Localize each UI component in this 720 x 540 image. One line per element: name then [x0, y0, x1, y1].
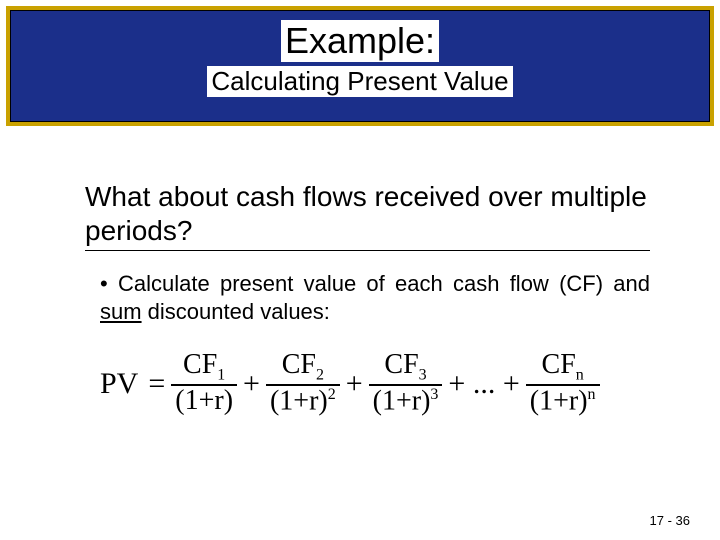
term-n-denominator: (1+r)n [526, 386, 600, 417]
bullet-item: •Calculate present value of each cash fl… [100, 270, 650, 325]
pv-formula: PV = CF1 (1+r) + CF2 (1+r)2 + CF3 (1+r)3… [100, 350, 655, 417]
term-3-numerator: CF3 [380, 350, 430, 384]
bullet-sum-word: sum [100, 299, 142, 324]
page-number: 17 - 36 [650, 513, 690, 528]
formula-term-3: CF3 (1+r)3 [369, 350, 443, 417]
question-text: What about cash flows received over mult… [85, 180, 650, 247]
term-1-numerator: CF1 [179, 350, 229, 384]
plus-1: + [243, 367, 260, 401]
term-3-denominator: (1+r)3 [369, 386, 443, 417]
term-2-numerator: CF2 [278, 350, 328, 384]
term-n-numerator: CFn [538, 350, 588, 384]
formula-eq: = [148, 367, 165, 401]
formula-term-1: CF1 (1+r) [171, 350, 237, 417]
formula-term-2: CF2 (1+r)2 [266, 350, 340, 417]
formula-pv: PV [100, 367, 138, 401]
bullet-marker: • [100, 270, 118, 298]
formula-dots: + ... + [448, 367, 519, 401]
bullet-text-before: Calculate present value of each cash flo… [118, 271, 650, 296]
slide-title: Example: [281, 20, 439, 62]
slide-subtitle: Calculating Present Value [207, 66, 512, 97]
plus-2: + [346, 367, 363, 401]
bullet-text-after: discounted values: [142, 299, 330, 324]
formula-term-n: CFn (1+r)n [526, 350, 600, 417]
question-underline [85, 250, 650, 251]
title-header: Example: Calculating Present Value [6, 6, 714, 126]
term-1-denominator: (1+r) [171, 386, 237, 417]
term-2-denominator: (1+r)2 [266, 386, 340, 417]
